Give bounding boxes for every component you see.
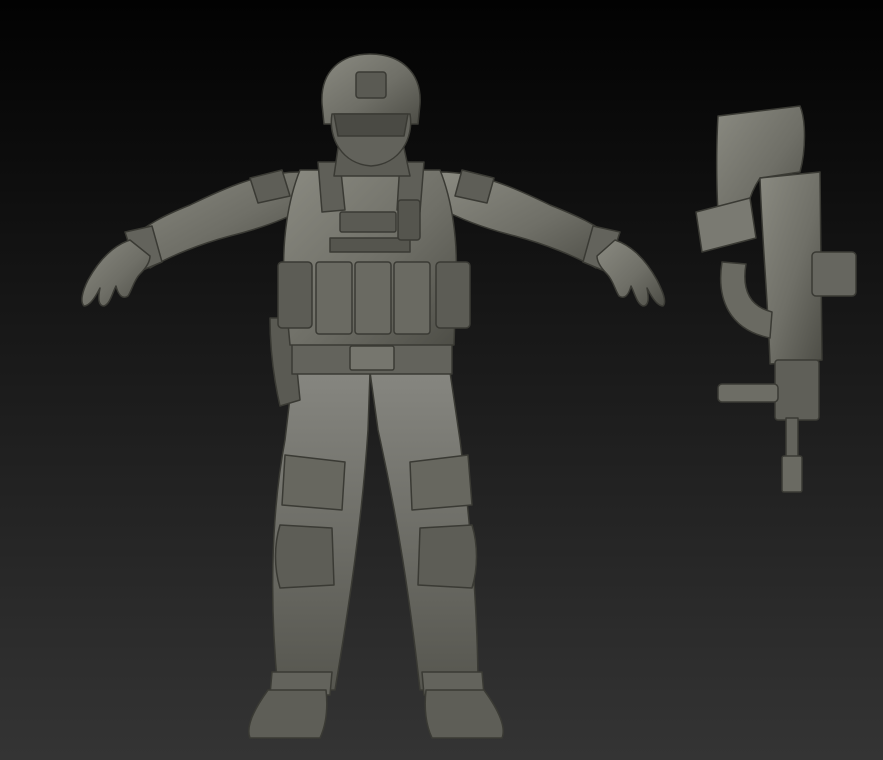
goggles	[333, 113, 409, 137]
left-thigh-pocket	[281, 454, 346, 511]
vest-patch	[339, 211, 397, 233]
right-knee-pad	[417, 524, 478, 589]
mag-pouch-2	[354, 261, 392, 335]
side-pouch-right	[435, 261, 471, 329]
left-knee-pad	[274, 524, 335, 589]
belt-buckle	[349, 345, 395, 371]
rifle-barrel	[785, 417, 799, 459]
mag-pouch-1	[315, 261, 353, 335]
rifle-handguard	[774, 359, 820, 421]
right-thigh-pocket	[409, 454, 473, 511]
render-canvas	[0, 0, 883, 760]
molle-row	[329, 237, 411, 253]
helmet-nvg-mount	[355, 71, 387, 99]
rifle-flash-hider	[781, 455, 803, 493]
sculpt-viewport	[0, 0, 883, 760]
rifle-scope	[811, 251, 857, 297]
mag-pouch-3	[393, 261, 431, 335]
radio-pouch	[397, 199, 421, 241]
rifle-foregrip	[717, 383, 779, 403]
side-pouch-left	[277, 261, 313, 329]
